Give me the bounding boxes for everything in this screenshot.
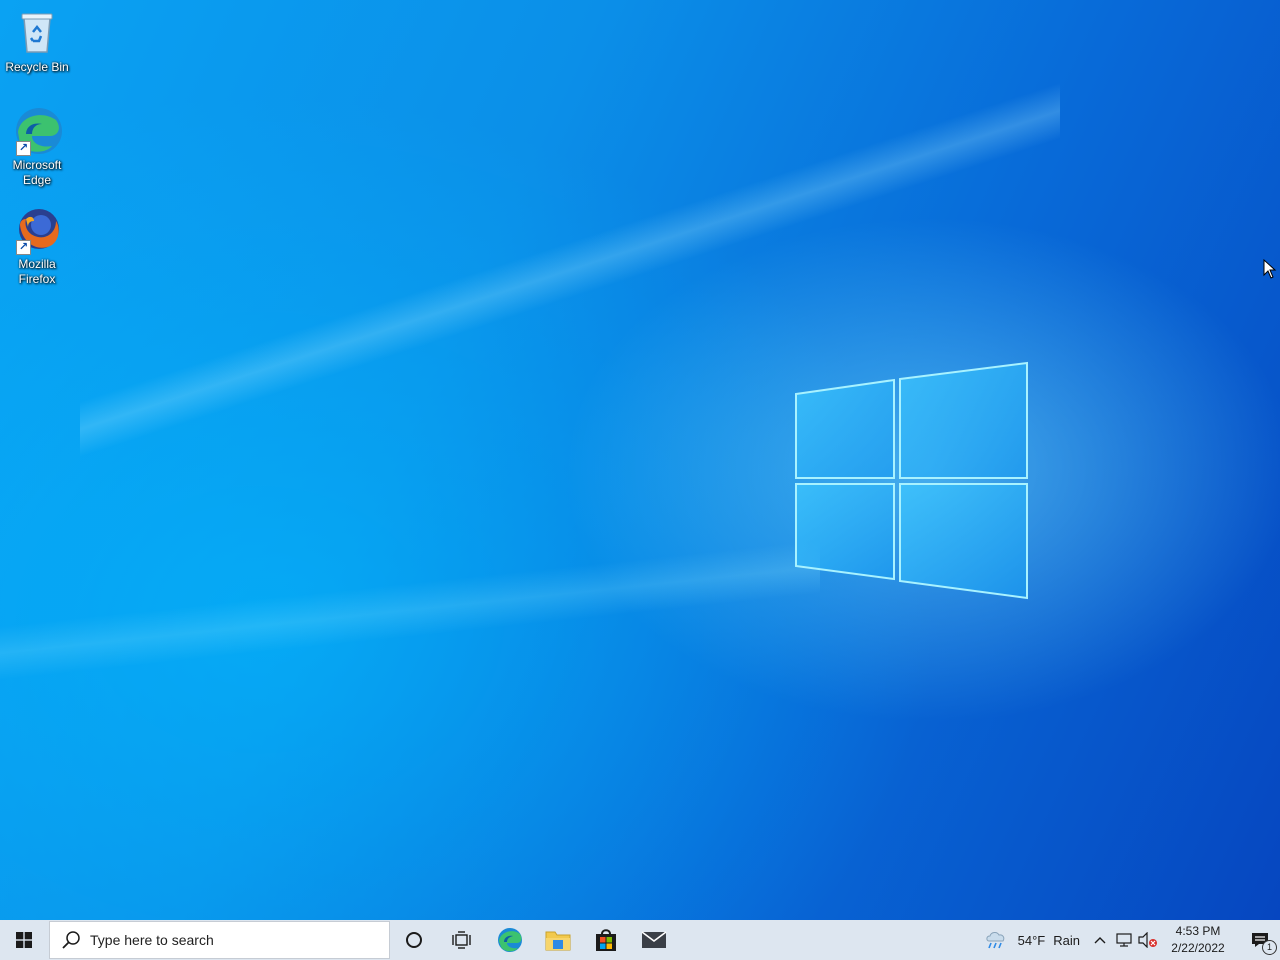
start-button[interactable] <box>0 920 48 960</box>
windows-start-icon <box>16 932 32 948</box>
recycle-bin-icon <box>12 8 62 58</box>
show-hidden-icons-button[interactable] <box>1088 920 1112 960</box>
shortcut-arrow-icon: ↗ <box>16 240 31 255</box>
edge-taskbar-button[interactable] <box>486 920 534 960</box>
edge-icon <box>498 928 522 952</box>
desktop-icon-microsoft-edge[interactable]: ↗ Microsoft Edge <box>4 106 70 188</box>
microsoft-store-button[interactable] <box>582 920 630 960</box>
taskbar: 54°F Rain 4:53 PM 2/22/2022 <box>0 920 1280 960</box>
mouse-cursor-icon <box>1263 259 1277 279</box>
clock-date: 2/22/2022 <box>1171 941 1225 955</box>
clock-time: 4:53 PM <box>1175 924 1221 938</box>
cortana-button[interactable] <box>390 920 438 960</box>
store-icon <box>596 929 616 951</box>
task-view-icon <box>452 931 471 949</box>
weather-condition: Rain <box>1053 932 1080 948</box>
system-tray: 54°F Rain 4:53 PM 2/22/2022 1 <box>984 920 1280 960</box>
desktop-icon-mozilla-firefox[interactable]: ↗ Mozilla Firefox <box>4 205 70 287</box>
desktop-icon-label: Mozilla Firefox <box>18 257 56 286</box>
file-explorer-button[interactable] <box>534 920 582 960</box>
mail-button[interactable] <box>630 920 678 960</box>
desktop-icon-label: Recycle Bin <box>5 60 69 74</box>
desktop-icon-recycle-bin[interactable]: Recycle Bin <box>4 8 70 75</box>
light-beam <box>0 520 820 700</box>
search-input[interactable] <box>88 931 372 949</box>
mail-icon <box>641 931 667 948</box>
task-view-button[interactable] <box>438 920 486 960</box>
network-icon <box>1116 933 1132 947</box>
notification-count-badge: 1 <box>1262 940 1277 955</box>
firefox-icon: ↗ <box>12 205 62 255</box>
search-icon <box>62 931 80 949</box>
volume-muted-icon <box>1138 932 1157 948</box>
action-center-button[interactable]: 1 <box>1240 920 1280 960</box>
network-tray-button[interactable] <box>1112 920 1136 960</box>
taskbar-search-box[interactable] <box>49 921 390 959</box>
volume-tray-button[interactable] <box>1136 920 1160 960</box>
weather-temperature: 54°F <box>1017 932 1046 948</box>
file-explorer-icon <box>545 931 571 951</box>
cortana-icon <box>406 932 422 948</box>
weather-widget[interactable]: 54°F Rain <box>984 929 1080 951</box>
taskbar-clock[interactable]: 4:53 PM 2/22/2022 <box>1164 923 1232 957</box>
desktop-icon-label: Microsoft Edge <box>12 158 62 187</box>
shortcut-arrow-icon: ↗ <box>16 141 31 156</box>
rain-weather-icon <box>986 932 1004 949</box>
chevron-up-icon <box>1094 937 1106 944</box>
windows-logo-wallpaper <box>795 361 1028 600</box>
edge-icon: ↗ <box>12 106 62 156</box>
